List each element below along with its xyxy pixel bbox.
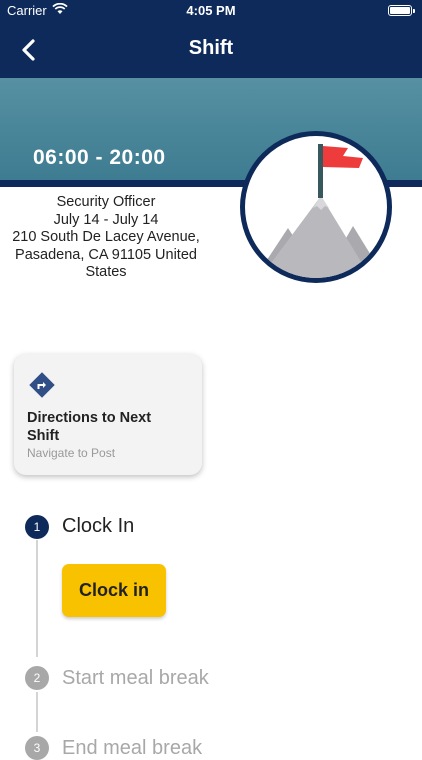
step-number-badge: 1: [25, 515, 49, 539]
step-label-clock-in: Clock In: [62, 515, 135, 537]
status-bar: Carrier 4:05 PM: [0, 0, 422, 22]
shift-address-line1: 210 South De Lacey Avenue,: [12, 229, 200, 245]
status-time: 4:05 PM: [186, 3, 236, 18]
shift-details: Security Officer July 14 - July 14 210 S…: [0, 194, 212, 282]
clock-in-button[interactable]: Clock in: [62, 564, 166, 617]
directions-title: Directions to Next Shift: [27, 410, 152, 444]
shift-position: Security Officer: [56, 194, 156, 210]
step-label-end-meal-break: End meal break: [62, 737, 203, 759]
shift-dates: July 14 - July 14: [53, 211, 159, 228]
step-number-badge: 2: [25, 666, 49, 690]
battery-icon: [388, 5, 415, 16]
nav-bar: Shift: [0, 22, 422, 78]
step-connector: [36, 540, 38, 657]
directions-icon: [29, 372, 55, 398]
shift-address-line3: States: [85, 264, 127, 280]
step-label-start-meal-break: Start meal break: [62, 667, 209, 689]
page-title: Shift: [188, 37, 234, 59]
directions-card[interactable]: Directions to Next Shift Navigate to Pos…: [14, 354, 202, 475]
shift-time-range: 06:00 - 20:00: [33, 146, 166, 169]
mountain-flag-icon: [240, 131, 392, 283]
step-number-badge: 3: [25, 736, 49, 760]
step-connector: [36, 692, 38, 732]
directions-subtitle: Navigate to Post: [27, 446, 116, 460]
shift-address-line2: Pasadena, CA 91105 United: [15, 246, 197, 263]
